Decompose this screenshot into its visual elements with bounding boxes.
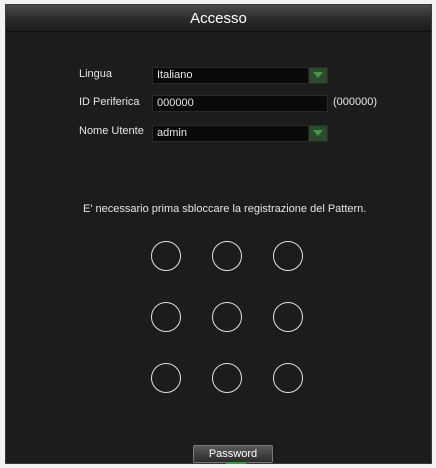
pattern-lock-grid[interactable] xyxy=(151,241,307,397)
pattern-dot[interactable] xyxy=(212,241,242,271)
access-dialog: Accesso Lingua Italiano ID Periferica 00… xyxy=(5,4,432,464)
device-id-label: ID Periferica xyxy=(79,96,140,108)
pattern-dot[interactable] xyxy=(151,363,181,393)
username-value: admin xyxy=(157,127,187,139)
username-dropdown[interactable]: admin xyxy=(152,125,328,142)
chevron-down-icon xyxy=(313,72,323,78)
password-button[interactable]: Password xyxy=(193,445,273,463)
device-id-value: 000000 xyxy=(157,97,194,109)
pattern-message: E' necessario prima sbloccare la registr… xyxy=(83,203,367,215)
pattern-dot[interactable] xyxy=(151,241,181,271)
password-button-indicator xyxy=(226,462,246,464)
dialog-title: Accesso xyxy=(190,10,247,27)
language-dropdown-button[interactable] xyxy=(308,68,327,83)
title-bar: Accesso xyxy=(6,5,431,32)
language-value: Italiano xyxy=(157,69,193,81)
pattern-dot[interactable] xyxy=(151,302,181,332)
username-dropdown-button[interactable] xyxy=(308,126,327,141)
pattern-dot[interactable] xyxy=(273,302,303,332)
device-id-field[interactable]: 000000 xyxy=(152,95,328,112)
pattern-dot[interactable] xyxy=(273,363,303,393)
username-label: Nome Utente xyxy=(79,125,144,137)
language-dropdown[interactable]: Italiano xyxy=(152,67,328,84)
chevron-down-icon xyxy=(313,130,323,136)
device-id-hint: (000000) xyxy=(333,96,378,108)
pattern-dot[interactable] xyxy=(212,302,242,332)
pattern-dot[interactable] xyxy=(212,363,242,393)
language-label: Lingua xyxy=(79,68,113,80)
pattern-dot[interactable] xyxy=(273,241,303,271)
